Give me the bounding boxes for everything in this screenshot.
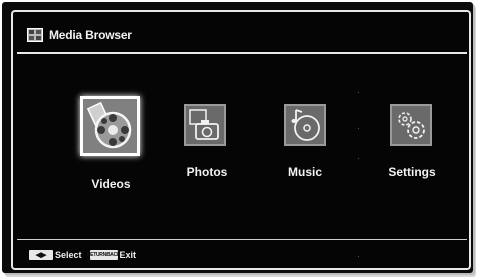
menu-item-settings[interactable]	[390, 104, 432, 146]
divider-dot	[358, 128, 359, 129]
footer-hints: ◀▶ Select RETURN/BACK Exit	[29, 250, 136, 260]
menu-item-music[interactable]	[284, 104, 326, 146]
screen: Media Browser Videos Photos Music Settin…	[11, 10, 471, 270]
camera-photos-icon	[189, 109, 219, 140]
menu-label-photos: Photos	[186, 165, 228, 179]
music-disc-icon	[291, 109, 320, 141]
page-title: Media Browser	[49, 28, 132, 42]
tv-bezel: Media Browser Videos Photos Music Settin…	[2, 2, 473, 273]
menu-label-settings: Settings	[388, 165, 436, 179]
divider-dot	[358, 158, 359, 159]
media-browser-icon	[27, 28, 43, 42]
header-divider	[17, 52, 467, 54]
film-reel-icon	[86, 101, 132, 149]
footer-divider	[17, 239, 467, 240]
select-hint: Select	[55, 250, 82, 260]
exit-hint: Exit	[119, 250, 137, 260]
return-back-key-icon: RETURN/BACK	[86, 250, 121, 260]
gears-icon	[398, 112, 425, 139]
menu-label-videos: Videos	[91, 177, 131, 191]
header: Media Browser	[27, 26, 132, 44]
menu-item-videos[interactable]	[80, 96, 140, 156]
left-right-keys-icon: ◀▶	[29, 250, 53, 260]
menu-item-photos[interactable]	[184, 104, 226, 146]
divider-dot	[358, 256, 359, 257]
divider-dot	[358, 92, 359, 93]
menu-label-music: Music	[287, 165, 323, 179]
